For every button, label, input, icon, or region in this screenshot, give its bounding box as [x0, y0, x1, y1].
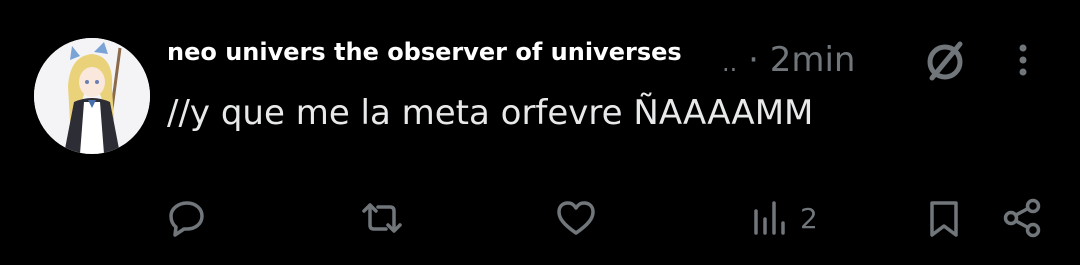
meta-separator: ·	[748, 40, 759, 80]
name-ellipsis: ..	[722, 49, 738, 77]
post-text: //y que me la meta orfevre ÑAAAAMM	[167, 93, 814, 133]
reply-icon	[169, 201, 204, 237]
heart-icon	[557, 201, 595, 235]
post-meta: .. · 2min	[722, 38, 855, 85]
bookmark-button[interactable]	[922, 195, 966, 241]
reply-button[interactable]	[164, 195, 210, 241]
repost-icon	[362, 203, 402, 233]
views-count: 2	[800, 201, 818, 235]
bookmark-icon	[930, 201, 958, 237]
views-icon	[754, 201, 785, 235]
author-name[interactable]: neo univers the observer of universes	[167, 38, 682, 66]
post[interactable]: neo univers the observer of universes ..…	[0, 0, 1080, 265]
avatar[interactable]	[34, 38, 150, 154]
share-icon	[1003, 198, 1041, 238]
like-button[interactable]	[553, 195, 599, 241]
more-vertical-icon[interactable]	[1008, 42, 1038, 80]
avatar-image	[34, 38, 150, 154]
repost-button[interactable]	[358, 195, 406, 241]
timestamp[interactable]: 2min	[770, 40, 856, 80]
views-button[interactable]: 2	[750, 195, 818, 241]
share-button[interactable]	[1000, 195, 1046, 241]
grok-icon[interactable]	[920, 40, 970, 84]
